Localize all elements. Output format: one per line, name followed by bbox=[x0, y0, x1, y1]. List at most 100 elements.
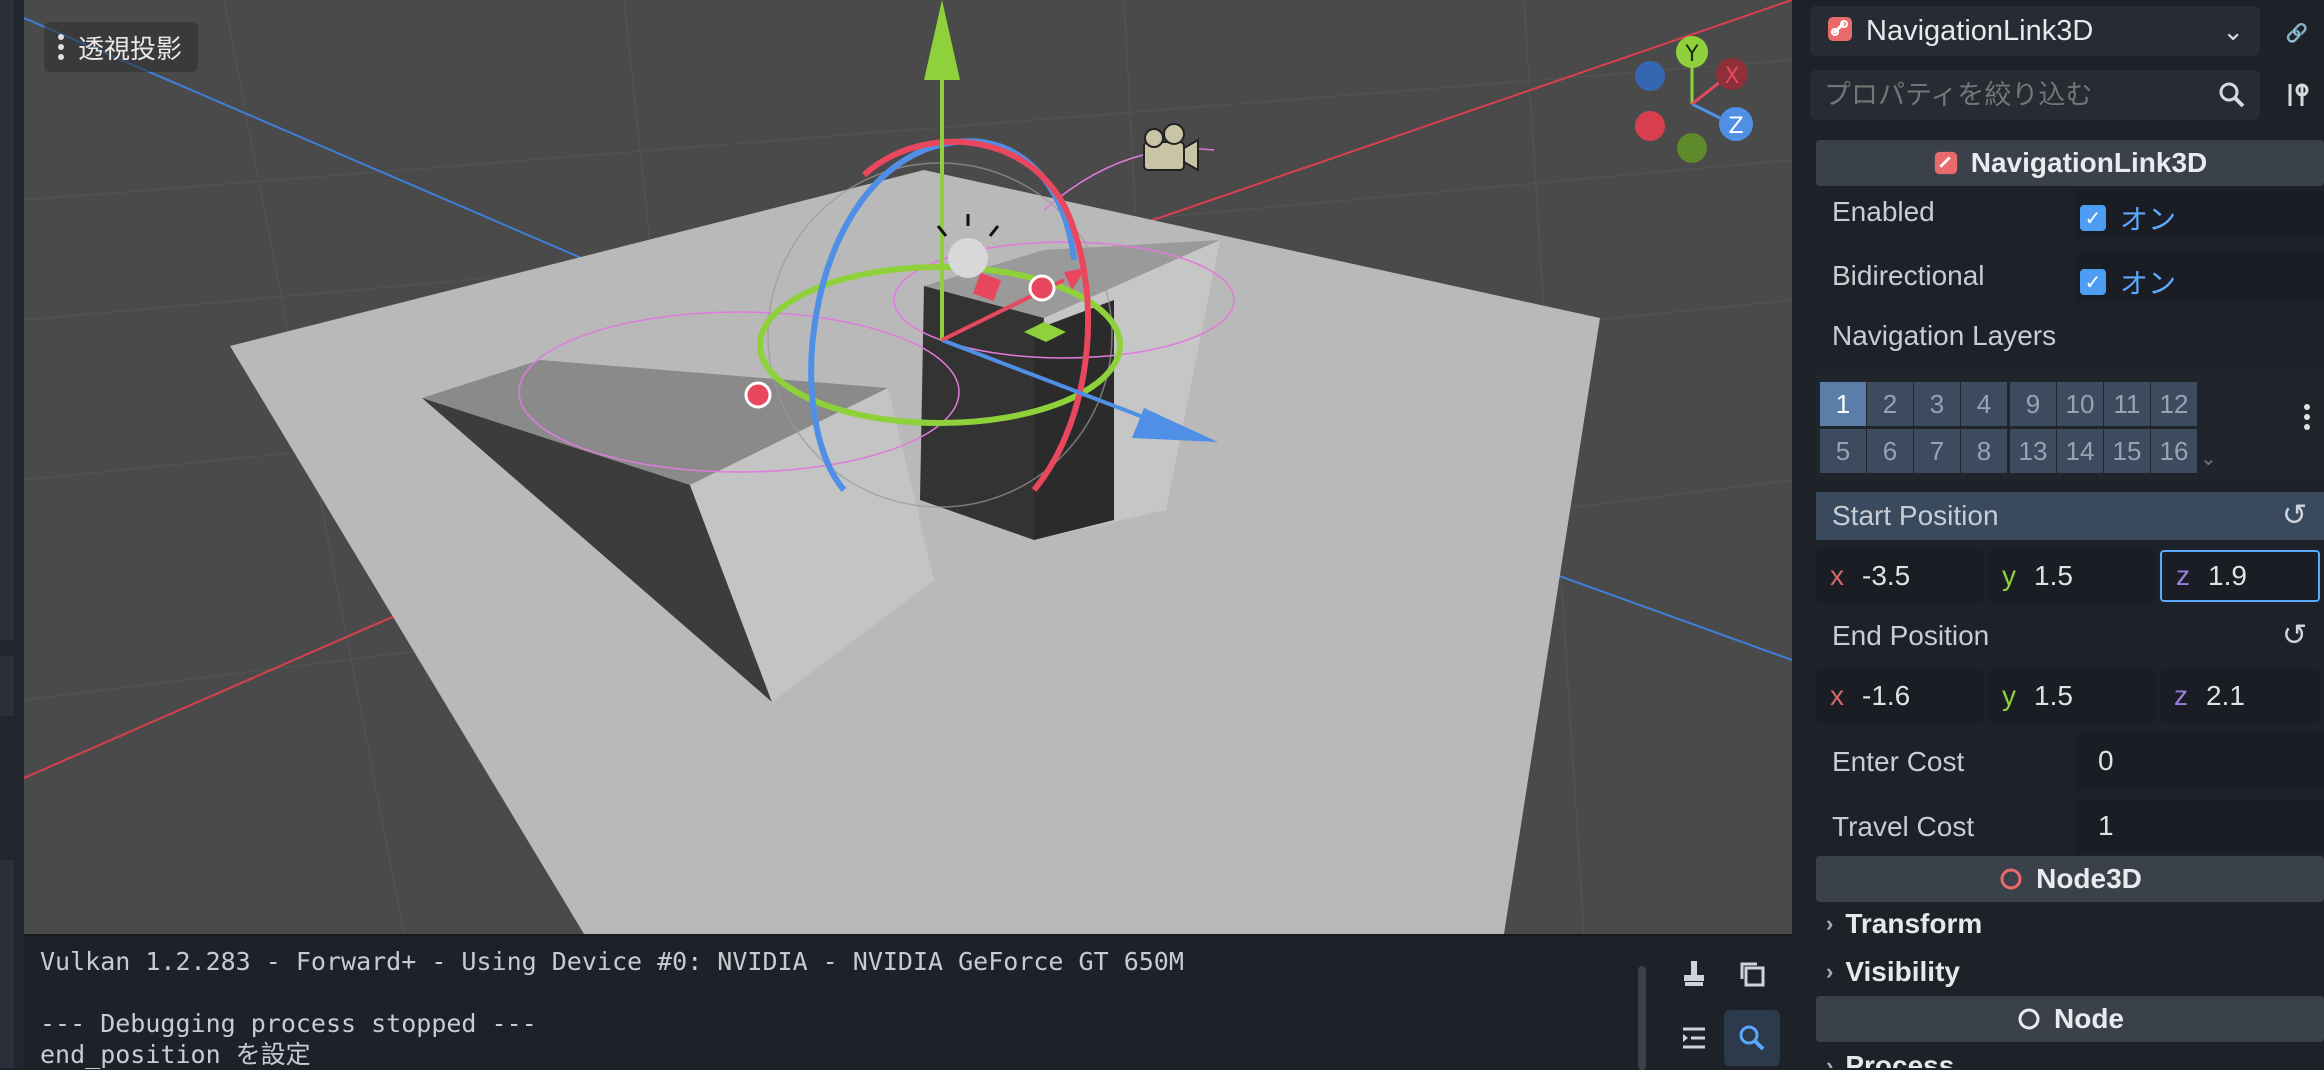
end-position-x: -1.6 bbox=[1862, 680, 1911, 711]
layer-bit-16[interactable]: 16 bbox=[2151, 429, 2197, 473]
svg-text:X: X bbox=[1724, 64, 1739, 89]
layers-menu-button[interactable] bbox=[2304, 404, 2310, 430]
start-position-x-field[interactable]: x -3.5 bbox=[1816, 550, 1984, 602]
section-header-navigationlink3d[interactable]: NavigationLink3D bbox=[1816, 140, 2324, 186]
layer-bit-8[interactable]: 8 bbox=[1961, 429, 2007, 473]
layer-bit-9[interactable]: 9 bbox=[2010, 382, 2056, 426]
end-position-x-field[interactable]: x -1.6 bbox=[1816, 670, 1984, 722]
bidirectional-value: オン bbox=[2120, 267, 2177, 300]
enter-cost-field[interactable]: 0 bbox=[2076, 734, 2324, 788]
search-icon bbox=[2219, 82, 2245, 108]
gizmo-neg-y-button[interactable] bbox=[1677, 133, 1707, 163]
section-header-node3d[interactable]: Node3D bbox=[1816, 856, 2324, 902]
enabled-label: Enabled bbox=[1832, 196, 1935, 227]
start-position-x: -3.5 bbox=[1862, 560, 1911, 591]
3d-viewport[interactable]: Y X Z 透視投影 bbox=[24, 0, 1792, 934]
camera-icon[interactable] bbox=[1143, 123, 1199, 172]
output-toolbar bbox=[1660, 936, 1792, 1070]
inspector-tools-button[interactable] bbox=[2274, 72, 2320, 118]
section-title: NavigationLink3D bbox=[1970, 147, 2208, 178]
start-position-z-field[interactable]: z 1.9 bbox=[2160, 550, 2320, 602]
bidirectional-checkbox[interactable]: ✓ オン bbox=[2080, 262, 2176, 302]
layer-bit-14[interactable]: 14 bbox=[2057, 429, 2103, 473]
start-position-z: 1.9 bbox=[2208, 560, 2247, 591]
transform-group[interactable]: › Transform bbox=[1826, 908, 1982, 940]
layer-bit-5[interactable]: 5 bbox=[1820, 429, 1866, 473]
selected-node-name: NavigationLink3D bbox=[1866, 14, 2094, 47]
left-dock-drag-handle[interactable] bbox=[0, 656, 14, 716]
transform-label: Transform bbox=[1845, 908, 1983, 939]
left-dock-edge bbox=[0, 0, 24, 1068]
orientation-gizmo[interactable]: Y X Z bbox=[1635, 36, 1753, 163]
checkmark-icon: ✓ bbox=[2080, 269, 2106, 295]
section-title: Node3D bbox=[2036, 863, 2142, 894]
navigation-link-icon bbox=[1826, 15, 1854, 48]
layer-bit-3[interactable]: 3 bbox=[1914, 382, 1960, 426]
log-line: Vulkan 1.2.283 - Forward+ - Using Device… bbox=[40, 947, 1184, 976]
start-position-handle[interactable] bbox=[744, 381, 772, 409]
view-menu-label: 透視投影 bbox=[78, 34, 183, 65]
layer-bit-1[interactable]: 1 bbox=[1820, 382, 1866, 426]
object-selector[interactable]: NavigationLink3D ⌄ bbox=[1810, 6, 2260, 56]
property-filter[interactable] bbox=[1810, 70, 2260, 120]
layer-bit-12[interactable]: 12 bbox=[2151, 382, 2197, 426]
navigation-link-icon bbox=[1934, 151, 1957, 175]
layer-bit-2[interactable]: 2 bbox=[1867, 382, 1913, 426]
chevron-right-icon: › bbox=[1826, 1053, 1834, 1068]
gizmo-neg-x-button[interactable] bbox=[1635, 111, 1665, 141]
copy-icon bbox=[1740, 962, 1765, 987]
layer-bit-15[interactable]: 15 bbox=[2104, 429, 2150, 473]
layer-bit-6[interactable]: 6 bbox=[1867, 429, 1913, 473]
expand-layers-icon[interactable]: ⌄ bbox=[2200, 446, 2217, 471]
axis-z-label: z bbox=[2176, 560, 2190, 591]
gizmo-neg-z-button[interactable] bbox=[1635, 61, 1665, 91]
layer-bit-7[interactable]: 7 bbox=[1914, 429, 1960, 473]
left-dock-panel-edge bbox=[0, 0, 14, 640]
checkmark-icon: ✓ bbox=[2080, 205, 2106, 231]
node-icon bbox=[2018, 1008, 2040, 1030]
revert-icon[interactable]: ↺ bbox=[2282, 498, 2307, 533]
tools-icon bbox=[2288, 83, 2309, 106]
end-position-y-field[interactable]: y 1.5 bbox=[1988, 670, 2156, 722]
end-position-y: 1.5 bbox=[2034, 680, 2073, 711]
copy-output-button[interactable] bbox=[1724, 946, 1780, 1002]
layer-bit-10[interactable]: 10 bbox=[2057, 382, 2103, 426]
layer-bit-13[interactable]: 13 bbox=[2010, 429, 2056, 473]
travel-cost-label: Travel Cost bbox=[1832, 811, 1975, 842]
enter-cost-label: Enter Cost bbox=[1832, 746, 1965, 777]
travel-cost-field[interactable]: 1 bbox=[2076, 799, 2324, 853]
section-header-node[interactable]: Node bbox=[1816, 996, 2324, 1042]
end-position-handle[interactable] bbox=[1028, 274, 1056, 302]
process-group[interactable]: › Process bbox=[1826, 1050, 1954, 1068]
end-position-z: 2.1 bbox=[2206, 680, 2245, 711]
search-output-button[interactable] bbox=[1724, 1010, 1780, 1066]
clear-output-button[interactable] bbox=[1666, 946, 1722, 1002]
visibility-group[interactable]: › Visibility bbox=[1826, 956, 1960, 988]
property-filter-input[interactable] bbox=[1822, 78, 2196, 112]
view-menu-button[interactable]: 透視投影 bbox=[44, 22, 199, 72]
section-title: Node bbox=[2054, 1003, 2124, 1034]
output-scrollbar[interactable] bbox=[1638, 966, 1646, 1070]
node3d-icon bbox=[2000, 868, 2022, 890]
open-docs-button[interactable]: 🔗 bbox=[2274, 10, 2320, 56]
axis-y-label: y bbox=[2002, 560, 2016, 591]
start-position-y-field[interactable]: y 1.5 bbox=[1988, 550, 2156, 602]
revert-icon[interactable]: ↺ bbox=[2282, 618, 2307, 653]
layer-bit-11[interactable]: 11 bbox=[2104, 382, 2150, 426]
world-x-axis-line bbox=[24, 589, 455, 779]
chevron-down-icon: ⌄ bbox=[2222, 16, 2244, 46]
enabled-checkbox[interactable]: ✓ オン bbox=[2080, 198, 2176, 238]
broom-icon bbox=[1684, 961, 1704, 986]
translate-y-arrow[interactable] bbox=[924, 0, 960, 80]
collapse-output-button[interactable] bbox=[1666, 1010, 1722, 1066]
scene-render[interactable]: Y X Z bbox=[24, 0, 1792, 934]
visibility-label: Visibility bbox=[1845, 956, 1960, 987]
kebab-icon bbox=[58, 34, 64, 60]
navigation-layers-label: Navigation Layers bbox=[1832, 320, 2057, 351]
end-position-z-field[interactable]: z 2.1 bbox=[2160, 670, 2320, 722]
chevron-right-icon: › bbox=[1826, 959, 1834, 984]
layer-bit-4[interactable]: 4 bbox=[1961, 382, 2007, 426]
output-log[interactable]: Vulkan 1.2.283 - Forward+ - Using Device… bbox=[40, 946, 1184, 1070]
search-icon bbox=[1739, 1025, 1765, 1051]
